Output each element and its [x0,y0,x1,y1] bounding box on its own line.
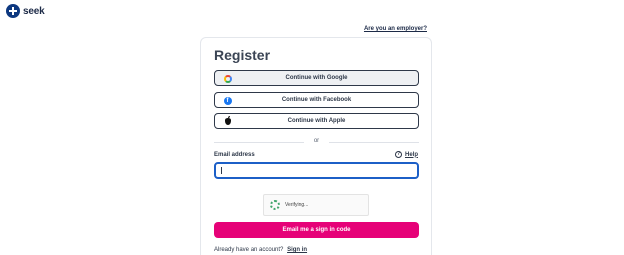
sign-in-link[interactable]: Sign in [287,247,307,253]
google-button-label: Continue with Google [285,75,348,81]
brand-name: seek [23,5,45,17]
continue-with-google-button[interactable]: Continue with Google [214,70,419,86]
register-card: Register Continue with Google f Continue… [200,37,432,255]
or-divider: or [214,138,419,146]
help-label: Help [404,151,418,158]
continue-with-apple-button[interactable]: Continue with Apple [214,113,419,129]
apple-button-label: Continue with Apple [287,118,346,124]
captcha-status: Verifying... [285,202,309,208]
facebook-icon: f [223,96,232,105]
divider-text: or [313,138,320,144]
employer-link[interactable]: Are you an employer? [364,26,427,32]
facebook-button-label: Continue with Facebook [281,97,352,103]
divider-line-right [329,142,419,143]
continue-with-facebook-button[interactable]: f Continue with Facebook [214,92,419,108]
help-icon: ? [394,151,402,158]
seek-logo-icon [6,4,20,18]
page-title: Register [214,47,271,63]
seek-logo[interactable]: seek [6,4,45,18]
signin-prompt: Already have an account? [214,247,284,253]
help-link[interactable]: ? Help [394,151,418,158]
email-sign-in-code-button[interactable]: Email me a sign in code [214,222,419,238]
email-field[interactable] [214,162,419,179]
text-caret [221,167,222,174]
email-label: Email address [214,152,255,158]
apple-icon [223,116,232,126]
captcha-widget[interactable]: Verifying... [263,194,369,216]
google-icon [223,74,232,83]
loading-spinner-icon [270,200,280,210]
signin-row: Already have an account? Sign in [214,247,307,253]
